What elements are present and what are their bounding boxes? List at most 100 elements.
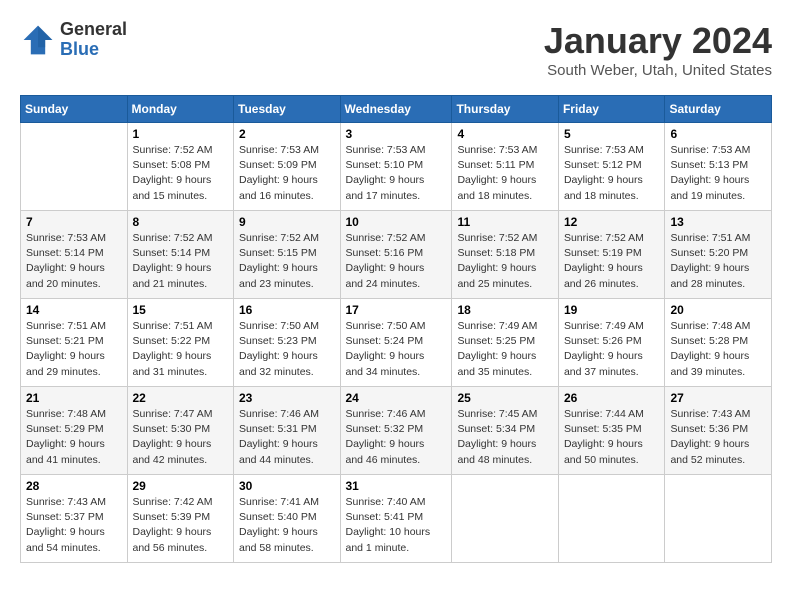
day-info: Sunrise: 7:40 AM Sunset: 5:41 PM Dayligh… [346,495,447,556]
calendar-cell: 17 Sunrise: 7:50 AM Sunset: 5:24 PM Dayli… [340,299,452,387]
day-info: Sunrise: 7:49 AM Sunset: 5:26 PM Dayligh… [564,319,660,380]
title-block: January 2024 South Weber, Utah, United S… [544,20,772,79]
day-number: 30 [239,479,335,493]
calendar-cell: 5Sunrise: 7:53 AM Sunset: 5:12 PM Daylig… [558,123,665,211]
day-number: 14 [26,303,122,317]
day-info: Sunrise: 7:51 AM Sunset: 5:22 PM Dayligh… [133,319,229,380]
calendar-cell: 16Sunrise: 7:50 AM Sunset: 5:23 PM Dayli… [234,299,341,387]
calendar-cell: 22 Sunrise: 7:47 AM Sunset: 5:30 PM Dayli… [127,387,234,475]
day-number: 3 [346,127,447,141]
day-info: Sunrise: 7:52 AM Sunset: 5:16 PM Dayligh… [346,231,447,292]
calendar-cell: 30 Sunrise: 7:41 AM Sunset: 5:40 PM Dayli… [234,475,341,563]
day-number: 29 [133,479,229,493]
calendar-cell [558,475,665,563]
calendar-cell: 18 Sunrise: 7:49 AM Sunset: 5:25 PM Dayli… [452,299,559,387]
day-number: 5 [564,127,660,141]
day-info: Sunrise: 7:49 AM Sunset: 5:25 PM Dayligh… [457,319,553,380]
day-number: 25 [457,391,553,405]
day-info: Sunrise: 7:52 AM Sunset: 5:19 PM Dayligh… [564,231,660,292]
day-number: 31 [346,479,447,493]
calendar-cell [665,475,772,563]
day-number: 11 [457,215,553,229]
day-number: 6 [670,127,766,141]
week-row-0: 1Sunrise: 7:52 AM Sunset: 5:08 PM Daylig… [21,123,772,211]
calendar-table: SundayMondayTuesdayWednesdayThursdayFrid… [20,95,772,563]
logo: General Blue [20,20,127,60]
calendar-cell: 3Sunrise: 7:53 AM Sunset: 5:10 PM Daylig… [340,123,452,211]
day-info: Sunrise: 7:41 AM Sunset: 5:40 PM Dayligh… [239,495,335,556]
calendar-cell: 2 Sunrise: 7:53 AM Sunset: 5:09 PM Daylig… [234,123,341,211]
calendar-cell: 23 Sunrise: 7:46 AM Sunset: 5:31 PM Dayli… [234,387,341,475]
day-info: Sunrise: 7:53 AM Sunset: 5:11 PM Dayligh… [457,143,553,204]
calendar-cell: 19Sunrise: 7:49 AM Sunset: 5:26 PM Dayli… [558,299,665,387]
day-info: Sunrise: 7:52 AM Sunset: 5:15 PM Dayligh… [239,231,335,292]
day-number: 12 [564,215,660,229]
calendar-cell [452,475,559,563]
calendar-cell: 7 Sunrise: 7:53 AM Sunset: 5:14 PM Daylig… [21,211,128,299]
day-number: 4 [457,127,553,141]
calendar-title: January 2024 [544,20,772,62]
day-number: 7 [26,215,122,229]
day-info: Sunrise: 7:46 AM Sunset: 5:31 PM Dayligh… [239,407,335,468]
day-number: 13 [670,215,766,229]
calendar-cell: 1Sunrise: 7:52 AM Sunset: 5:08 PM Daylig… [127,123,234,211]
week-row-3: 21Sunrise: 7:48 AM Sunset: 5:29 PM Dayli… [21,387,772,475]
day-info: Sunrise: 7:43 AM Sunset: 5:37 PM Dayligh… [26,495,122,556]
header-day-sunday: Sunday [21,96,128,123]
header-row: SundayMondayTuesdayWednesdayThursdayFrid… [21,96,772,123]
day-info: Sunrise: 7:46 AM Sunset: 5:32 PM Dayligh… [346,407,447,468]
calendar-cell: 12 Sunrise: 7:52 AM Sunset: 5:19 PM Dayli… [558,211,665,299]
calendar-cell: 24Sunrise: 7:46 AM Sunset: 5:32 PM Dayli… [340,387,452,475]
calendar-cell: 10Sunrise: 7:52 AM Sunset: 5:16 PM Dayli… [340,211,452,299]
day-number: 18 [457,303,553,317]
day-number: 20 [670,303,766,317]
day-info: Sunrise: 7:52 AM Sunset: 5:18 PM Dayligh… [457,231,553,292]
day-info: Sunrise: 7:48 AM Sunset: 5:28 PM Dayligh… [670,319,766,380]
day-number: 9 [239,215,335,229]
day-info: Sunrise: 7:53 AM Sunset: 5:14 PM Dayligh… [26,231,122,292]
calendar-cell: 29 Sunrise: 7:42 AM Sunset: 5:39 PM Dayli… [127,475,234,563]
day-number: 22 [133,391,229,405]
calendar-cell: 21Sunrise: 7:48 AM Sunset: 5:29 PM Dayli… [21,387,128,475]
day-info: Sunrise: 7:53 AM Sunset: 5:09 PM Dayligh… [239,143,335,204]
day-info: Sunrise: 7:43 AM Sunset: 5:36 PM Dayligh… [670,407,766,468]
day-number: 16 [239,303,335,317]
calendar-cell: 27 Sunrise: 7:43 AM Sunset: 5:36 PM Dayli… [665,387,772,475]
calendar-cell: 28 Sunrise: 7:43 AM Sunset: 5:37 PM Dayli… [21,475,128,563]
day-info: Sunrise: 7:50 AM Sunset: 5:24 PM Dayligh… [346,319,447,380]
calendar-cell: 13 Sunrise: 7:51 AM Sunset: 5:20 PM Dayli… [665,211,772,299]
logo-text: General Blue [60,20,127,60]
day-number: 1 [133,127,229,141]
day-info: Sunrise: 7:47 AM Sunset: 5:30 PM Dayligh… [133,407,229,468]
header-day-thursday: Thursday [452,96,559,123]
week-row-4: 28 Sunrise: 7:43 AM Sunset: 5:37 PM Dayli… [21,475,772,563]
day-number: 15 [133,303,229,317]
header-day-wednesday: Wednesday [340,96,452,123]
calendar-subtitle: South Weber, Utah, United States [544,62,772,79]
day-number: 21 [26,391,122,405]
week-row-2: 14Sunrise: 7:51 AM Sunset: 5:21 PM Dayli… [21,299,772,387]
calendar-cell [21,123,128,211]
day-info: Sunrise: 7:44 AM Sunset: 5:35 PM Dayligh… [564,407,660,468]
day-number: 23 [239,391,335,405]
calendar-header: SundayMondayTuesdayWednesdayThursdayFrid… [21,96,772,123]
day-number: 28 [26,479,122,493]
calendar-cell: 6Sunrise: 7:53 AM Sunset: 5:13 PM Daylig… [665,123,772,211]
day-number: 2 [239,127,335,141]
calendar-cell: 14Sunrise: 7:51 AM Sunset: 5:21 PM Dayli… [21,299,128,387]
calendar-cell: 31 Sunrise: 7:40 AM Sunset: 5:41 PM Dayli… [340,475,452,563]
day-number: 17 [346,303,447,317]
day-info: Sunrise: 7:51 AM Sunset: 5:20 PM Dayligh… [670,231,766,292]
calendar-cell: 11 Sunrise: 7:52 AM Sunset: 5:18 PM Dayli… [452,211,559,299]
calendar-cell: 26 Sunrise: 7:44 AM Sunset: 5:35 PM Dayli… [558,387,665,475]
calendar-cell: 8Sunrise: 7:52 AM Sunset: 5:14 PM Daylig… [127,211,234,299]
day-number: 8 [133,215,229,229]
day-number: 27 [670,391,766,405]
logo-icon [20,22,56,58]
day-number: 26 [564,391,660,405]
day-info: Sunrise: 7:42 AM Sunset: 5:39 PM Dayligh… [133,495,229,556]
calendar-cell: 4 Sunrise: 7:53 AM Sunset: 5:11 PM Daylig… [452,123,559,211]
calendar-body: 1Sunrise: 7:52 AM Sunset: 5:08 PM Daylig… [21,123,772,563]
page-header: General Blue January 2024 South Weber, U… [20,20,772,79]
week-row-1: 7 Sunrise: 7:53 AM Sunset: 5:14 PM Daylig… [21,211,772,299]
